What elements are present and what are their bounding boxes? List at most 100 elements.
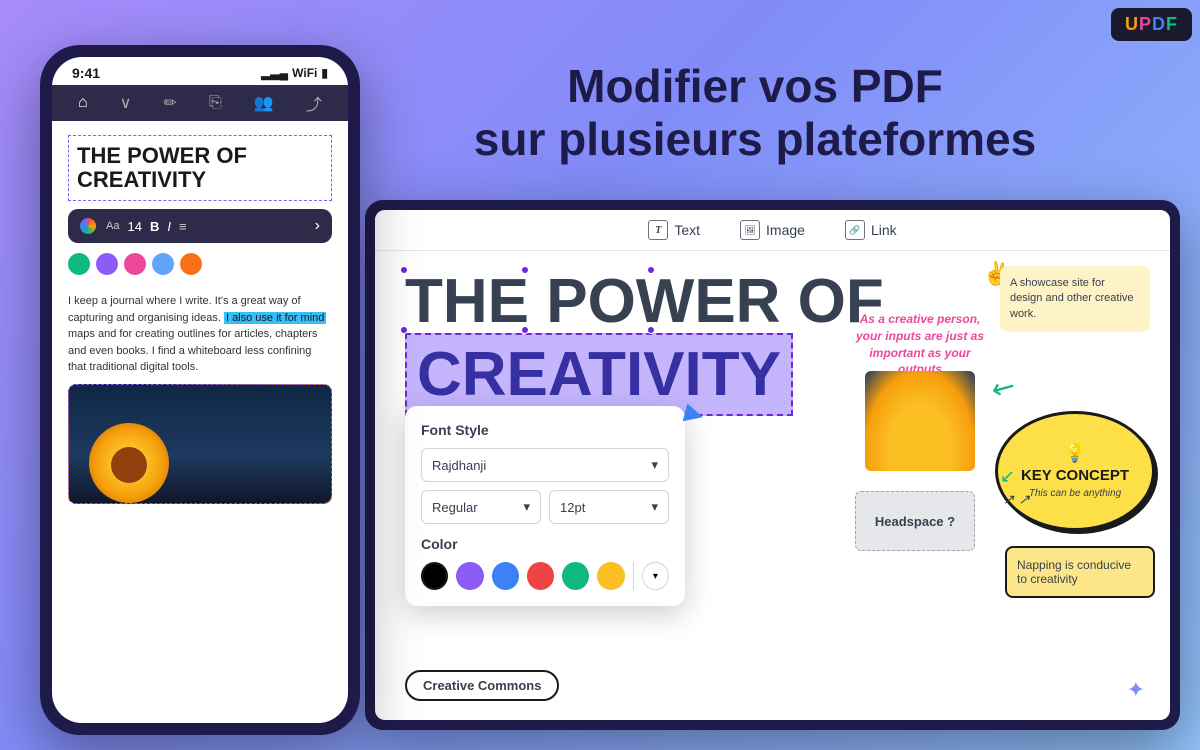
lightbulb-icon: 💡	[1064, 443, 1086, 464]
title-highlight-box: CREATIVITY	[405, 333, 793, 416]
selection-handle-tm	[521, 266, 529, 274]
font-panel-title: Font Style	[421, 422, 669, 438]
phone-tool-edit[interactable]: ✏	[164, 93, 177, 113]
color-section-label: Color	[421, 536, 669, 552]
sunflower-center	[111, 447, 147, 483]
tablet-inner: T Text 🖼 Image 🔗 Link THE POWER OF CREAT…	[375, 210, 1170, 720]
phone-tool-copy[interactable]: ⎘	[209, 94, 222, 112]
font-size-value: 12pt	[560, 500, 585, 515]
creative-commons-button[interactable]: Creative Commons	[405, 670, 559, 701]
swatch-yellow[interactable]	[597, 562, 624, 590]
bold-button[interactable]: B	[150, 219, 159, 234]
selection-handle-tr	[647, 266, 655, 274]
selection-handle-bm	[521, 326, 529, 334]
swatch-more[interactable]: ▾	[642, 562, 669, 590]
color-picker-icon[interactable]	[80, 218, 96, 234]
napping-text: Napping is conducive to creativity	[1017, 558, 1131, 586]
phone-tool-chevron[interactable]: ∨	[120, 93, 132, 113]
updf-logo: UPDF	[1111, 8, 1192, 41]
key-concept-bubble: 💡 KEY CONCEPT This can be anything	[995, 411, 1155, 531]
style-chevron: ▾	[523, 499, 530, 515]
font-panel: Font Style Rajdhanji ▾ Regular ▾ 12pt ▾ …	[405, 406, 685, 606]
scribble-left: ↙	[1000, 466, 1015, 487]
swatch-blue[interactable]	[492, 562, 519, 590]
logo-f: F	[1166, 14, 1178, 34]
swatch-purple[interactable]	[456, 562, 483, 590]
document-title-line1: THE POWER OF	[405, 271, 1140, 333]
font-aa: Aa	[106, 220, 119, 232]
phone-title-text: THE POWER OFCREATIVITY	[77, 143, 247, 192]
swatch-black[interactable]	[421, 562, 448, 590]
phone-body-text: I keep a journal where I write. It's a g…	[68, 293, 332, 376]
toolbar-link[interactable]: 🔗 Link	[845, 220, 897, 240]
font-size-phone: 14	[127, 219, 141, 234]
headspace-box: Headspace ?	[855, 491, 975, 551]
size-chevron: ▾	[651, 499, 658, 515]
color-purple[interactable]	[96, 253, 118, 275]
toolbar-text-label: Text	[674, 222, 700, 238]
header-text: Modifier vos PDF sur plusieurs plateform…	[390, 60, 1120, 166]
phone-toolbar: ⌂ ∨ ✏ ⎘ 👥 ⤴	[52, 85, 348, 121]
selection-handle-bl	[400, 326, 408, 334]
color-swatches: ▾	[421, 562, 669, 590]
phone-tool-users[interactable]: 👥	[254, 93, 274, 113]
highlighted-text: I also use it for mind	[224, 312, 326, 324]
color-green[interactable]	[68, 253, 90, 275]
logo-p: P	[1139, 14, 1152, 34]
phone-icons: ▂▃▄ WiFi ▮	[261, 66, 328, 80]
align-icon[interactable]: ≡	[179, 219, 187, 234]
header-title: Modifier vos PDF sur plusieurs plateform…	[390, 60, 1120, 166]
font-style-select[interactable]: Regular ▾	[421, 490, 541, 524]
key-concept-subtitle: This can be anything	[1029, 488, 1121, 499]
font-name-value: Rajdhanji	[432, 458, 486, 473]
font-row: Regular ▾ 12pt ▾	[421, 490, 669, 524]
key-concept-title: KEY CONCEPT	[1021, 468, 1129, 485]
toolbar-image[interactable]: 🖼 Image	[740, 220, 805, 240]
logo-u: U	[1125, 14, 1139, 34]
wifi-icon: WiFi	[292, 66, 317, 80]
image-icon: 🖼	[740, 220, 760, 240]
color-pink[interactable]	[124, 253, 146, 275]
phone-document-title: THE POWER OFCREATIVITY	[68, 135, 332, 201]
napping-box: Napping is conducive to creativity	[1005, 546, 1155, 598]
color-orange[interactable]	[180, 253, 202, 275]
italic-button[interactable]: I	[167, 219, 171, 234]
selection-handle-br	[647, 326, 655, 334]
link-icon: 🔗	[845, 220, 865, 240]
toolbar-link-label: Link	[871, 222, 897, 238]
font-name-chevron: ▾	[651, 457, 658, 473]
tablet-toolbar: T Text 🖼 Image 🔗 Link	[375, 210, 1170, 251]
document-title-line2: CREATIVITY	[417, 340, 781, 409]
phone-tool-share[interactable]: ⤴	[306, 91, 322, 115]
document-title-area: THE POWER OF CREATIVITY	[405, 271, 1140, 428]
phone-tool-home[interactable]: ⌂	[78, 94, 88, 112]
font-style-value: Regular	[432, 500, 478, 515]
phone-status-bar: 9:41 ▂▃▄ WiFi ▮	[52, 57, 348, 85]
tablet-mockup: T Text 🖼 Image 🔗 Link THE POWER OF CREAT…	[365, 200, 1180, 730]
swatch-green[interactable]	[562, 562, 589, 590]
toolbar-image-label: Image	[766, 222, 805, 238]
creative-commons-label: Creative Commons	[423, 678, 541, 693]
divider	[633, 562, 634, 590]
phone-content: THE POWER OFCREATIVITY Aa 14 B I ≡ ›	[52, 121, 348, 518]
more-icon[interactable]: ›	[315, 217, 320, 235]
color-blue[interactable]	[152, 253, 174, 275]
logo-d: D	[1152, 14, 1166, 34]
font-size-select[interactable]: 12pt ▾	[549, 490, 669, 524]
battery-icon: ▮	[321, 66, 328, 80]
swatch-red[interactable]	[527, 562, 554, 590]
phone-image	[68, 384, 332, 504]
phone-mockup: 9:41 ▂▃▄ WiFi ▮ ⌂ ∨ ✏ ⎘ 👥 ⤴ THE POWER OF…	[40, 45, 360, 735]
headspace-label: Headspace ?	[875, 514, 955, 529]
phone-format-bar: Aa 14 B I ≡ ›	[68, 209, 332, 243]
toolbar-text[interactable]: T Text	[648, 220, 700, 240]
font-name-select[interactable]: Rajdhanji ▾	[421, 448, 669, 482]
signal-icon: ▂▃▄	[261, 66, 288, 80]
selection-handle-tl	[400, 266, 408, 274]
color-pills	[68, 253, 332, 275]
scribble-lines: ↗ ↗	[1003, 491, 1030, 508]
phone-inner: 9:41 ▂▃▄ WiFi ▮ ⌂ ∨ ✏ ⎘ 👥 ⤴ THE POWER OF…	[52, 57, 348, 723]
format-controls: Aa 14 B I ≡	[106, 219, 187, 234]
tablet-content: THE POWER OF CREATIVITY ▶ Font Style Raj…	[375, 251, 1170, 711]
star-icon: ✦	[1127, 677, 1145, 703]
